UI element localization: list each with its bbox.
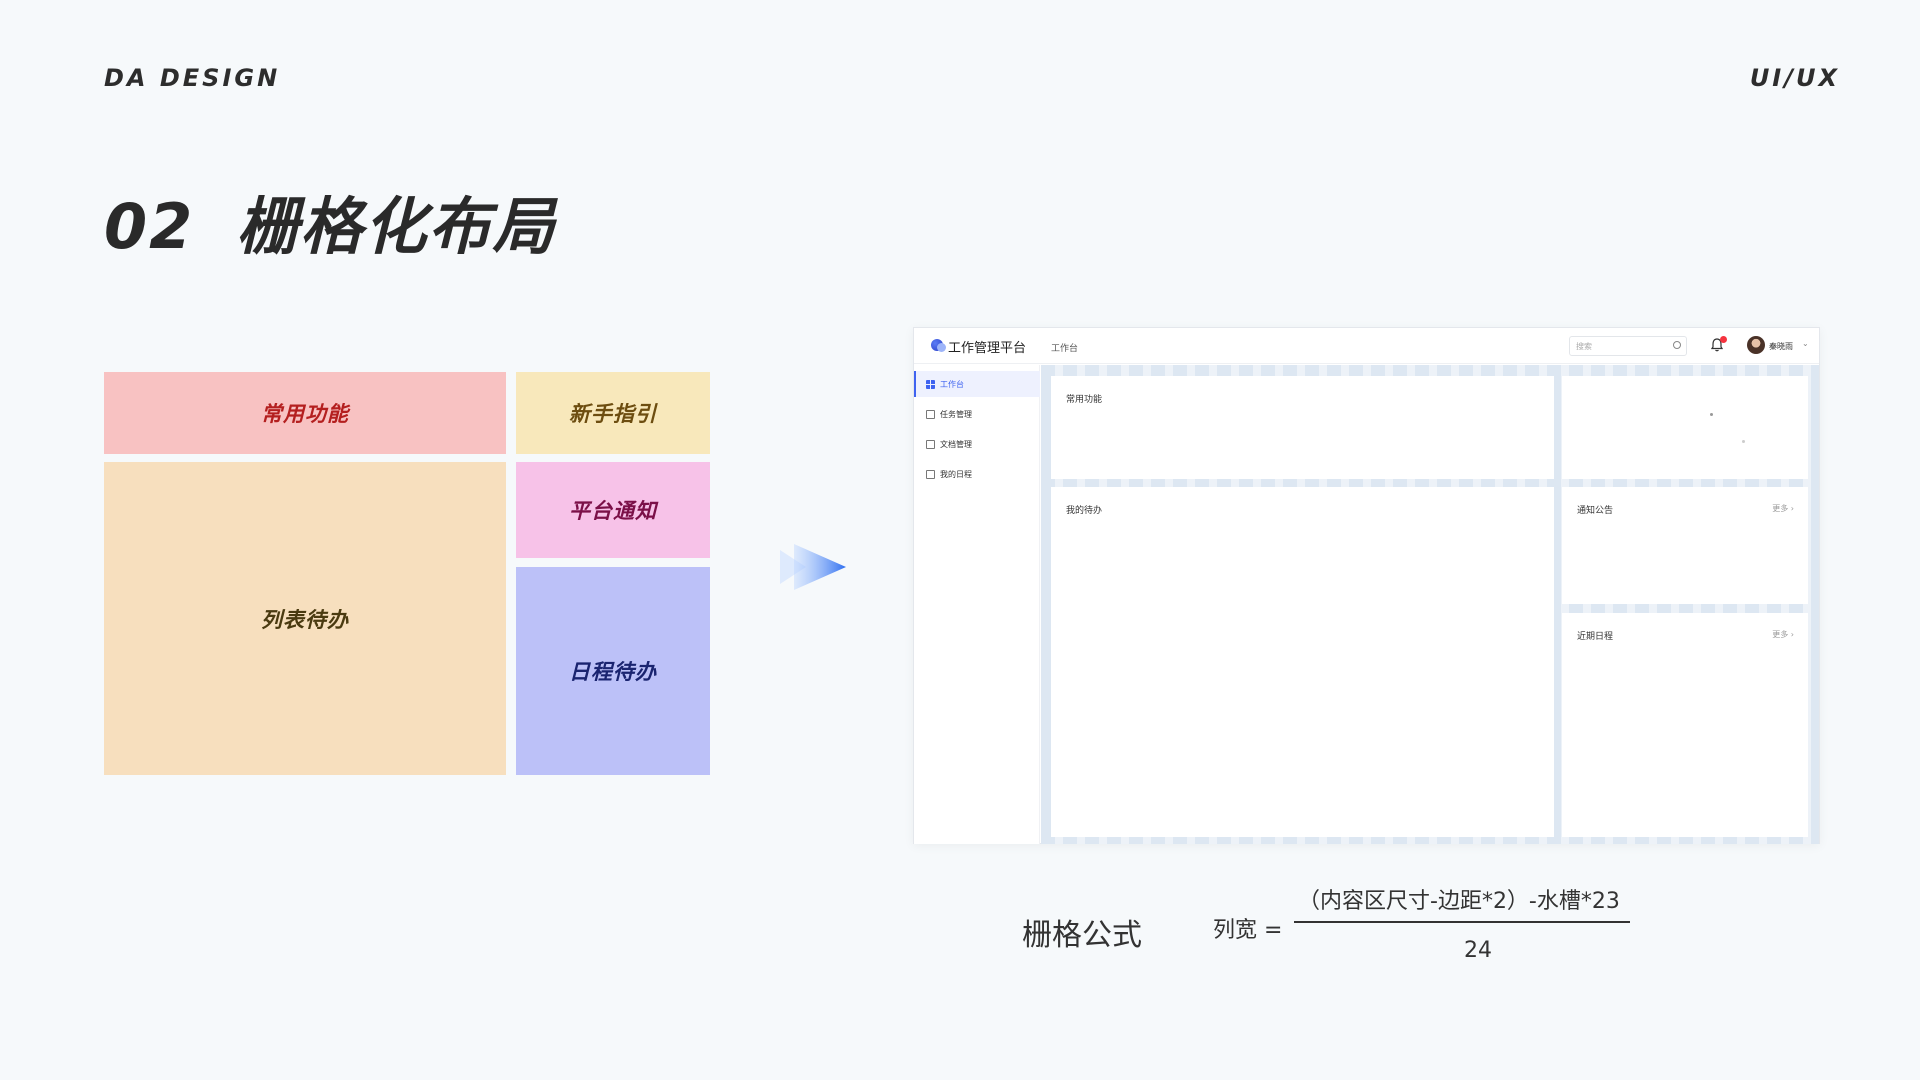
formula-label: 栅格公式 [1022, 918, 1142, 953]
grid-block-schedule: 日程待办 [516, 567, 710, 775]
calendar-icon [926, 469, 935, 479]
card-my-todo: 我的待办 [1051, 487, 1554, 837]
sidebar-item-label: 文档管理 [940, 439, 972, 449]
grid-icon [926, 379, 935, 389]
sidebar-item-label: 任务管理 [940, 409, 972, 419]
arrow-right-icon [780, 544, 846, 590]
task-icon [926, 409, 935, 419]
brand-right: UI/UX [1749, 64, 1840, 92]
more-link[interactable]: 更多 › [1772, 503, 1794, 514]
sidebar-item-label: 工作台 [940, 379, 964, 389]
card-title: 近期日程 [1577, 632, 1614, 642]
sidebar-item-label: 我的日程 [940, 469, 972, 479]
grid-block-notice: 平台通知 [516, 462, 710, 558]
page-title-number: 02 [104, 190, 195, 263]
search-placeholder: 搜索 [1576, 342, 1592, 351]
grid-block-guide: 新手指引 [516, 372, 710, 454]
grid-block-list: 列表待办 [104, 462, 506, 775]
user-name[interactable]: 秦晓雨 [1769, 341, 1793, 352]
page-title-text: 栅格化布局 [236, 190, 557, 263]
formula-lhs: 列宽 = [1213, 918, 1283, 943]
sidebar-item-docs[interactable]: 文档管理 [914, 431, 1040, 457]
app-logo-accent-icon [937, 343, 946, 352]
search-input[interactable]: 搜索 [1569, 336, 1687, 356]
more-link[interactable]: 更多 › [1772, 629, 1794, 640]
breadcrumb[interactable]: 工作台 [1051, 341, 1078, 354]
card-banner [1562, 376, 1808, 479]
card-title: 常用功能 [1066, 395, 1103, 405]
page-title: 02 栅格化布局 [104, 176, 556, 266]
carousel-dot [1742, 440, 1745, 443]
grid-block-common: 常用功能 [104, 372, 506, 454]
search-icon[interactable] [1673, 341, 1681, 349]
carousel-dot [1710, 413, 1713, 416]
document-icon [926, 439, 935, 449]
content-area: 常用功能 我的待办 通知公告 更多 › 近期日程 更多 › [1041, 365, 1819, 844]
dashboard-mockup: 工作管理平台 工作台 搜索 秦晓雨 ⌄ 工作台 任务管理 文档管理 我的日程 常… [913, 327, 1820, 844]
mockup-header: 工作管理平台 工作台 搜索 秦晓雨 ⌄ [914, 328, 1819, 364]
sidebar: 工作台 任务管理 文档管理 我的日程 [914, 365, 1040, 844]
formula-denominator: 24 [1464, 938, 1492, 963]
card-title: 我的待办 [1066, 506, 1103, 516]
brand-left: DA DESIGN [104, 64, 281, 92]
app-title: 工作管理平台 [948, 341, 1027, 356]
fraction-line [1294, 921, 1630, 923]
formula-numerator: （内容区尺寸-边距*2）-水槽*23 [1298, 889, 1620, 914]
sidebar-item-tasks[interactable]: 任务管理 [914, 401, 1040, 427]
notification-badge [1720, 336, 1727, 343]
sidebar-item-schedule[interactable]: 我的日程 [914, 461, 1040, 487]
sidebar-item-workbench[interactable]: 工作台 [914, 371, 1040, 397]
card-common-functions: 常用功能 [1051, 376, 1554, 479]
card-title: 通知公告 [1577, 506, 1614, 516]
chevron-down-icon[interactable]: ⌄ [1802, 339, 1809, 348]
card-notices: 通知公告 更多 › [1562, 487, 1808, 604]
card-schedule: 近期日程 更多 › [1562, 613, 1808, 837]
avatar[interactable] [1747, 336, 1765, 354]
